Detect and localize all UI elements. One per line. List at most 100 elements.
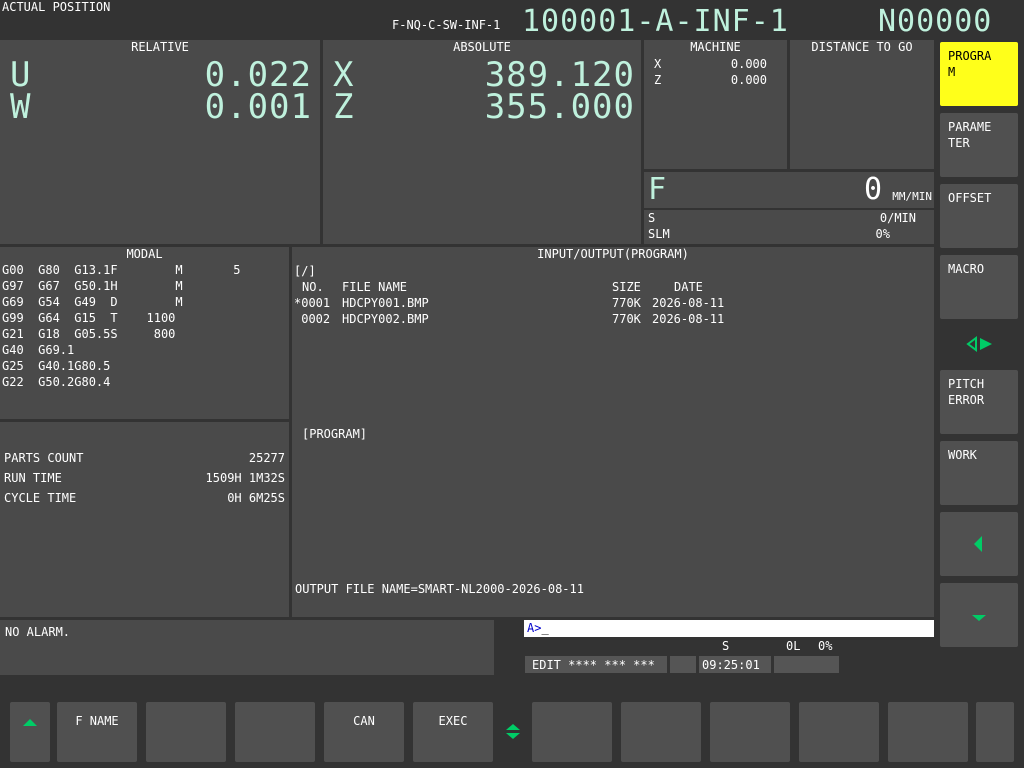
input-prompt: A> <box>527 621 542 635</box>
softkey-bottom-8[interactable] <box>710 702 790 762</box>
io-path: [/] <box>294 264 316 278</box>
machine-value-x: 0.000 <box>730 57 767 71</box>
modal-row: G69 G54 G49 D M <box>2 295 183 309</box>
mode-text: EDIT **** *** *** <box>532 658 655 672</box>
modal-row: G00 G80 G13.1F M 5 <box>2 263 241 277</box>
modal-row: G22 G50.2G80.4 <box>2 375 111 389</box>
softkey-parameter[interactable]: PARAME TER <box>940 113 1018 177</box>
screen-title: ACTUAL POSITION <box>2 0 111 14</box>
softkey-up[interactable] <box>10 702 50 762</box>
clock-time: 09:25:01 <box>702 658 760 672</box>
softkey-left[interactable] <box>940 512 1018 576</box>
file-no: *0001 <box>294 296 331 310</box>
file-date: 2026-08-11 <box>652 296 725 310</box>
status-blank-box <box>670 656 696 673</box>
feed-unit: MM/MIN <box>892 190 932 203</box>
triangle-down-icon <box>972 615 986 621</box>
softkey-offset[interactable]: OFFSET <box>940 184 1018 248</box>
softkey-program[interactable]: PROGRA M <box>940 42 1018 106</box>
file-row[interactable]: *0001 HDCPY001.BMP 770K 2026-08-11 <box>292 295 934 311</box>
program-name: 100001-A-INF-1 <box>522 4 789 39</box>
io-header-size: SIZE <box>612 280 641 294</box>
sequence-number: N00000 <box>878 4 993 39</box>
command-input[interactable]: A>_ <box>524 620 934 637</box>
softkey-down[interactable] <box>940 583 1018 647</box>
modal-row: G99 G64 G15 T 1100 <box>2 311 176 325</box>
parts-count-value: 25277 <box>248 451 285 465</box>
triangle-up-icon <box>23 719 37 726</box>
file-row[interactable]: 0002 HDCPY002.BMP 770K 2026-08-11 <box>292 311 934 327</box>
double-chevron-icon[interactable] <box>503 722 523 742</box>
mode-box: EDIT **** *** *** <box>525 656 667 673</box>
alarm-panel: NO ALARM. <box>0 620 494 675</box>
softkey-bottom-6[interactable] <box>532 702 612 762</box>
file-name: HDCPY001.BMP <box>342 296 429 310</box>
program-label: [PROGRAM] <box>302 427 368 441</box>
feed-value: 0 <box>863 172 882 207</box>
status-spindle-percent: 0% <box>818 639 833 653</box>
absolute-axis-z: Z <box>333 87 355 127</box>
softkey-bottom-10[interactable] <box>888 702 968 762</box>
softkey-work[interactable]: WORK <box>940 441 1018 505</box>
file-date: 2026-08-11 <box>652 312 725 326</box>
softkey-pitch-error[interactable]: PITCH ERROR <box>940 370 1018 434</box>
status-blank-box-2 <box>774 656 839 673</box>
relative-title: RELATIVE <box>131 40 189 54</box>
machine-panel: MACHINE X 0.000 Z 0.000 <box>644 40 787 169</box>
output-file-line: OUTPUT FILE NAME=SMART-NL2000-2026-08-11 <box>295 582 584 596</box>
modal-panel: MODAL G00 G80 G13.1F M 5 G97 G67 G50.1H … <box>0 247 289 419</box>
input-cursor: _ <box>541 621 549 635</box>
softkey-exec[interactable]: EXEC <box>413 702 493 762</box>
absolute-value-z: 355.000 <box>484 87 635 127</box>
spindle-value: 0/MIN <box>879 211 916 225</box>
absolute-title: ABSOLUTE <box>453 40 511 54</box>
cycle-time-value: 0H 6M25S <box>227 491 285 505</box>
cycle-time-label: CYCLE TIME <box>4 491 77 505</box>
slm-value: 0% <box>875 227 890 241</box>
alarm-text: NO ALARM. <box>5 625 71 639</box>
file-size: 770K <box>612 312 641 326</box>
io-title: INPUT/OUTPUT(PROGRAM) <box>537 247 689 261</box>
feed-label: F <box>648 172 667 207</box>
relative-panel: RELATIVE U 0.022 W 0.001 <box>0 40 320 244</box>
softkey-bottom-11[interactable] <box>976 702 1014 762</box>
distance-panel: DISTANCE TO GO <box>790 40 934 169</box>
softkey-macro[interactable]: MACRO <box>940 255 1018 319</box>
parts-count-label: PARTS COUNT <box>4 451 84 465</box>
file-name: HDCPY002.BMP <box>342 312 429 326</box>
modal-title: MODAL <box>126 247 163 261</box>
modal-row: G25 G40.1G80.5 <box>2 359 111 373</box>
softkey-bottom-3[interactable] <box>235 702 315 762</box>
file-size: 770K <box>612 296 641 310</box>
absolute-panel: ABSOLUTE X 389.120 Z 355.000 <box>323 40 641 244</box>
io-header-no: NO. <box>302 280 324 294</box>
softkey-bottom-9[interactable] <box>799 702 879 762</box>
softkey-can[interactable]: CAN <box>324 702 404 762</box>
page-toggle-icon[interactable] <box>966 336 994 352</box>
distance-title: DISTANCE TO GO <box>811 40 913 54</box>
clock-box: 09:25:01 <box>699 656 771 673</box>
modal-row: G40 G69.1 <box>2 343 75 357</box>
triangle-left-icon <box>974 536 982 552</box>
run-time-label: RUN TIME <box>4 471 62 485</box>
io-header-date: DATE <box>674 280 703 294</box>
machine-title: MACHINE <box>690 40 741 54</box>
softkey-bottom-2[interactable] <box>146 702 226 762</box>
counts-panel: PARTS COUNT 25277 RUN TIME 1509H 1M32S C… <box>0 422 289 617</box>
machine-value-z: 0.000 <box>730 73 767 87</box>
modal-row: G21 G18 G05.5S 800 <box>2 327 176 341</box>
status-spindle-label: S <box>722 639 730 653</box>
relative-value-w: 0.001 <box>204 87 312 127</box>
feed-panel: F 0 MM/MIN S 0/MIN SLM 0% <box>644 172 934 244</box>
machine-axis-x: X <box>654 57 662 71</box>
run-time-value: 1509H 1M32S <box>205 471 285 485</box>
modal-row: G97 G67 G50.1H M <box>2 279 183 293</box>
machine-axis-z: Z <box>654 73 662 87</box>
softkey-f-name[interactable]: F NAME <box>57 702 137 762</box>
spindle-label: S <box>648 211 656 225</box>
io-header-name: FILE NAME <box>342 280 408 294</box>
io-panel: INPUT/OUTPUT(PROGRAM) [/] NO. FILE NAME … <box>292 247 934 617</box>
slm-label: SLM <box>648 227 670 241</box>
softkey-bottom-7[interactable] <box>621 702 701 762</box>
small-program-name: F-NQ-C-SW-INF-1 <box>392 18 501 32</box>
